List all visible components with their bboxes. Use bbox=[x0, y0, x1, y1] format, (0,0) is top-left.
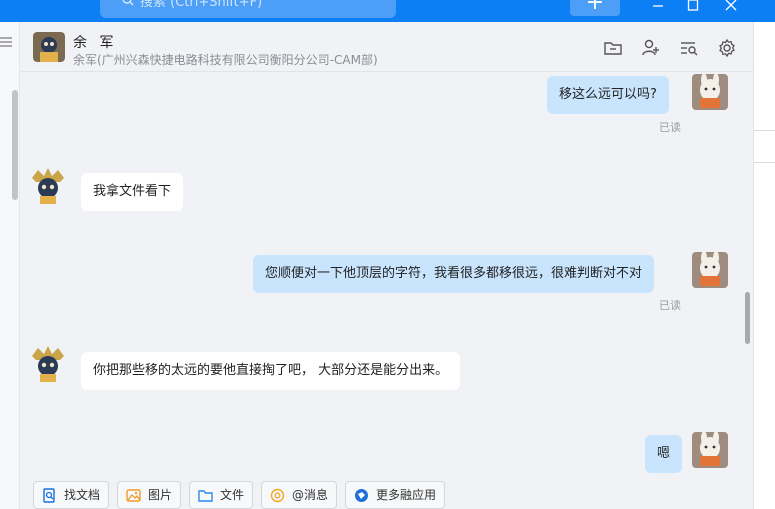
add-member-icon[interactable] bbox=[641, 38, 661, 58]
title-bar: 搜索 (Ctrl+Shift+F) + bbox=[0, 0, 775, 22]
contact-name: 余 军 bbox=[73, 35, 118, 51]
message-bubble-outgoing[interactable]: 嗯 bbox=[645, 435, 683, 473]
document-search-icon bbox=[43, 488, 55, 503]
message-bubble-incoming[interactable]: 我拿文件看下 bbox=[81, 173, 184, 211]
search-history-icon[interactable] bbox=[679, 38, 699, 58]
close-button[interactable] bbox=[716, 0, 746, 16]
message-bubble-outgoing[interactable]: 您顺便对一下他顶层的字符，我看很多都移很远，很难判断对不对 bbox=[253, 255, 655, 293]
list-scrollbar[interactable] bbox=[12, 90, 18, 200]
avatar[interactable] bbox=[30, 168, 66, 204]
gear-icon[interactable] bbox=[717, 38, 737, 58]
avatar[interactable] bbox=[692, 432, 728, 468]
close-icon bbox=[725, 0, 737, 11]
image-label: 图片 bbox=[148, 488, 173, 502]
file-label: 文件 bbox=[220, 488, 245, 502]
add-button[interactable]: + bbox=[570, 0, 620, 16]
find-document-button[interactable]: 找文档 bbox=[33, 481, 110, 509]
maximize-icon bbox=[687, 0, 699, 11]
message-bubble-outgoing[interactable]: 移这么远可以吗? bbox=[547, 76, 669, 114]
message-bubble-incoming[interactable]: 你把那些移的太远的要他直接掏了吧， 大部分还是能分出来。 bbox=[81, 352, 461, 390]
maximize-button[interactable] bbox=[678, 0, 708, 16]
avatar[interactable] bbox=[692, 252, 728, 288]
more-apps-button[interactable]: 更多融应用 bbox=[345, 481, 446, 509]
folder-icon bbox=[198, 490, 213, 502]
avatar[interactable] bbox=[692, 74, 728, 110]
contact-org: 余军(广州兴森快捷电路科技有限公司衡阳分公司-CAM部) bbox=[73, 53, 378, 67]
avatar[interactable] bbox=[33, 32, 65, 62]
mention-label: @消息 bbox=[292, 488, 329, 502]
search-input[interactable]: 搜索 (Ctrl+Shift+F) bbox=[100, 0, 396, 18]
more-apps-label: 更多融应用 bbox=[376, 488, 437, 502]
image-button[interactable]: 图片 bbox=[117, 481, 182, 509]
chat-scrollbar[interactable] bbox=[745, 292, 750, 344]
side-panel-edge bbox=[753, 22, 775, 509]
search-placeholder: 搜索 (Ctrl+Shift+F) bbox=[140, 0, 263, 10]
apps-icon bbox=[355, 489, 368, 502]
find-document-label: 找文档 bbox=[64, 488, 101, 502]
conversation-list-edge bbox=[0, 22, 20, 509]
minimize-button[interactable] bbox=[643, 0, 673, 16]
minimize-icon bbox=[653, 5, 663, 7]
folder-icon[interactable] bbox=[603, 38, 623, 58]
plus-icon: + bbox=[585, 0, 605, 15]
mention-button[interactable]: @消息 bbox=[261, 481, 338, 509]
image-icon bbox=[126, 489, 141, 502]
search-icon bbox=[122, 0, 134, 6]
file-button[interactable]: 文件 bbox=[189, 481, 254, 509]
at-icon bbox=[270, 488, 285, 503]
menu-icon[interactable] bbox=[0, 36, 12, 48]
read-receipt: 已读 bbox=[659, 299, 681, 312]
avatar[interactable] bbox=[30, 346, 66, 382]
read-receipt: 已读 bbox=[659, 121, 681, 134]
chat-header: 余 军 余军(广州兴森快捷电路科技有限公司衡阳分公司-CAM部) bbox=[21, 22, 753, 72]
